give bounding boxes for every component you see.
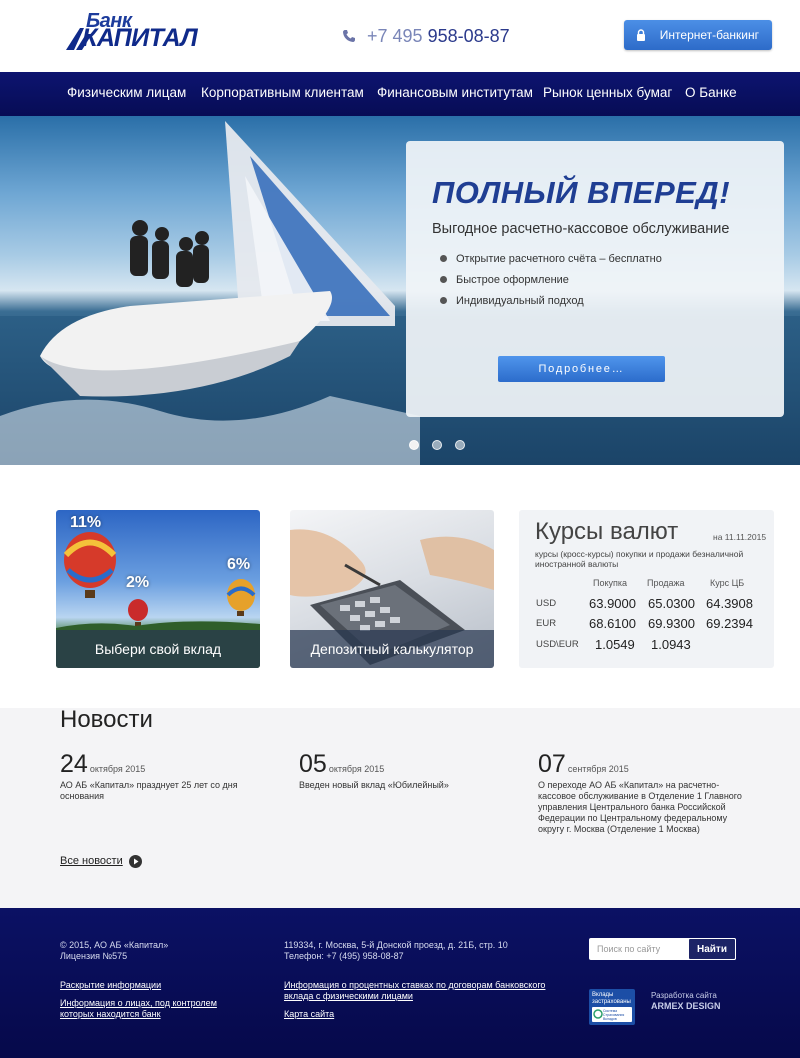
main-nav: Физическим лицам Корпоративным клиентам … <box>0 72 800 116</box>
exchange-rates-widget: Курсы валют на 11.11.2015 курсы (кросс-к… <box>519 510 774 668</box>
news-day: 07 <box>538 750 566 778</box>
news-text[interactable]: Введен новый вклад «Юбилейный» <box>299 780 514 791</box>
footer-control-link[interactable]: Информация о лицах, под контролем которы… <box>60 998 240 1020</box>
news-section: Новости 24 октября 2015 АО АБ «Капитал» п… <box>0 706 800 908</box>
footer-phone: Телефон: +7 (495) 958-08-87 <box>284 951 404 961</box>
rates-date: на 11.11.2015 <box>713 532 767 542</box>
internet-banking-button[interactable]: Интернет-банкинг <box>624 20 772 50</box>
insurance-logo-icon <box>593 1009 603 1019</box>
rates-sell: 1.0943 <box>651 637 691 652</box>
all-news-link[interactable]: Все новости <box>60 855 123 867</box>
news-month: сентября 2015 <box>567 764 629 774</box>
footer-address: 119334, г. Москва, 5-й Донской проезд, д… <box>284 940 508 950</box>
tile-caption: Выбери свой вклад <box>56 630 260 668</box>
developer-label: Разработка сайта <box>651 991 717 1000</box>
nav-item-individuals[interactable]: Физическим лицам <box>67 85 186 100</box>
hero-promo-panel: ПОЛНЫЙ ВПЕРЕД! Выгодное расчетно-кассово… <box>406 141 784 417</box>
rates-description: курсы (кросс-курсы) покупки и продажи бе… <box>535 549 744 569</box>
rates-currency: EUR <box>536 618 557 629</box>
nav-item-corporate[interactable]: Корпоративным клиентам <box>201 85 364 100</box>
footer-sitemap-link[interactable]: Карта сайта <box>284 1009 334 1020</box>
news-heading: Новости <box>60 706 153 733</box>
rates-cb: 64.3908 <box>706 596 753 611</box>
hero-sailboat-image <box>0 121 420 465</box>
hero-title: ПОЛНЫЙ ВПЕРЕД! <box>432 175 731 210</box>
deposit-insurance-badge[interactable]: Вклады застрахованы Система Страхования … <box>589 989 635 1025</box>
rates-sell: 65.0300 <box>648 596 695 611</box>
slider-dot-3[interactable] <box>455 440 465 450</box>
news-text[interactable]: АО АБ «Капитал» празднует 25 лет со дня … <box>60 780 265 802</box>
rate-label-11: 11% <box>70 514 102 531</box>
rates-column-header: Продажа <box>647 578 685 588</box>
news-text[interactable]: О переходе АО АБ «Капитал» на расчетно-к… <box>538 780 753 835</box>
phone-prefix: +7 495 <box>367 26 423 46</box>
rates-sell: 69.9300 <box>648 616 695 631</box>
footer-copyright: © 2015, АО АБ «Капитал» <box>60 940 169 950</box>
hero-more-button[interactable]: Подробнее… <box>498 356 665 382</box>
rate-label-6: 6% <box>227 556 251 573</box>
news-month: октября 2015 <box>328 764 385 774</box>
lock-icon <box>637 29 645 41</box>
deposit-choice-tile[interactable]: 11% 2% 6% Выбери свой вклад <box>56 510 260 668</box>
news-day: 24 <box>60 750 88 778</box>
rates-buy: 68.6100 <box>589 616 636 631</box>
footer-disclosure-link[interactable]: Раскрытие информации <box>60 980 161 991</box>
news-item[interactable]: 24 октября 2015 АО АБ «Капитал» празднует… <box>60 750 275 802</box>
header: Банк КАПИТАЛ +7 495 958-08-87 Интернет-б… <box>0 0 800 72</box>
rates-currency: USD <box>536 598 557 609</box>
bank-logo[interactable]: Банк КАПИТАЛ <box>66 10 226 52</box>
nav-item-financial-institutions[interactable]: Финансовым институтам <box>377 85 533 100</box>
footer: © 2015, АО АБ «Капитал» Лицензия №575 Ра… <box>0 908 800 1058</box>
arrow-right-circle-icon[interactable] <box>129 855 142 868</box>
rates-buy: 63.9000 <box>589 596 636 611</box>
nav-item-securities-market[interactable]: Рынок ценных бумаг <box>543 85 672 100</box>
hero-bullet-item: Быстрое оформление <box>440 272 662 293</box>
rates-column-header: Покупка <box>593 578 628 588</box>
hero-subtitle: Выгодное расчетно-кассовое обслуживание <box>432 221 730 237</box>
badge-text: Вклады застрахованы <box>592 992 631 1005</box>
site-search: Найти <box>589 938 736 960</box>
hero-bullet-list: Открытие расчетного счёта – бесплатно Бы… <box>440 251 662 314</box>
slider-dot-2[interactable] <box>432 440 442 450</box>
internet-banking-label: Интернет-банкинг <box>659 28 759 42</box>
rates-buy: 1.0549 <box>595 637 635 652</box>
badge-logo: Система Страхования Вкладов <box>592 1007 632 1022</box>
rates-title: Курсы валют <box>535 518 679 545</box>
hero-bullet-item: Индивидуальный подход <box>440 293 662 314</box>
rates-cb: 69.2394 <box>706 616 753 631</box>
search-button[interactable]: Найти <box>688 938 736 960</box>
phone-icon <box>343 30 355 42</box>
footer-rates-link[interactable]: Информация о процентных ставках по догов… <box>284 980 569 1002</box>
slider-pagination <box>409 437 478 455</box>
news-item[interactable]: 07 сентября 2015 О переходе АО АБ «Капита… <box>538 750 753 835</box>
rates-column-header: Курс ЦБ <box>710 578 745 588</box>
rates-currency: USD\EUR <box>536 639 579 650</box>
news-item[interactable]: 05 октября 2015 Введен новый вклад «Юбиле… <box>299 750 514 791</box>
header-phone[interactable]: +7 495 958-08-87 <box>342 26 510 47</box>
rate-label-2: 2% <box>126 574 150 591</box>
slider-dot-1[interactable] <box>409 440 419 450</box>
news-day: 05 <box>299 750 327 778</box>
developer-name[interactable]: ARMEX DESIGN <box>651 1001 721 1011</box>
badge-small-text: Система Страхования Вкладов <box>603 1009 625 1021</box>
logo-kapital-text: КАПИТАЛ <box>82 24 198 52</box>
hero-bullet-item: Открытие расчетного счёта – бесплатно <box>440 251 662 272</box>
deposit-calculator-tile[interactable]: Депозитный калькулятор <box>290 510 494 668</box>
tile-caption: Депозитный калькулятор <box>290 630 494 668</box>
search-input[interactable] <box>589 938 688 960</box>
phone-number: 958-08-87 <box>427 26 510 46</box>
nav-item-about[interactable]: О Банке <box>685 85 737 100</box>
hero-slider: ПОЛНЫЙ ВПЕРЕД! Выгодное расчетно-кассово… <box>0 116 800 465</box>
news-month: октября 2015 <box>89 764 146 774</box>
footer-license: Лицензия №575 <box>60 951 128 961</box>
